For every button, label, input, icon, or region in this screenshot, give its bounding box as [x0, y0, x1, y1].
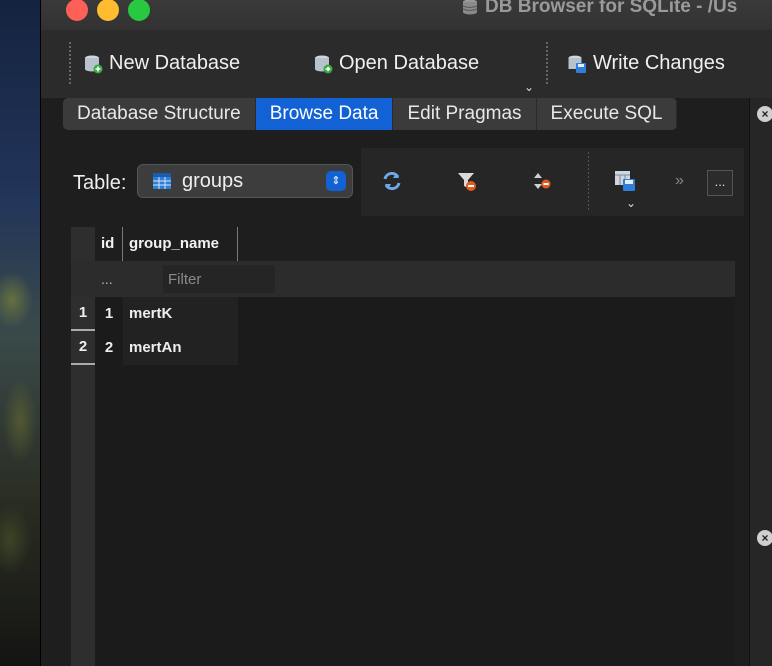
- clear-filters-icon[interactable]: [456, 170, 478, 192]
- tab-browse-data[interactable]: Browse Data: [255, 98, 394, 130]
- open-database-label: Open Database: [339, 52, 480, 74]
- select-arrows-icon: ⇕: [326, 171, 346, 191]
- column-header-id[interactable]: id: [95, 227, 123, 261]
- column-header-group-name[interactable]: group_name: [123, 227, 238, 261]
- chevron-down-icon[interactable]: ⌄: [626, 196, 636, 210]
- close-icon[interactable]: ×: [757, 530, 772, 546]
- toolbar-grip[interactable]: [69, 42, 71, 86]
- table-selector-bar: Table: groups ⇕ ⌄ » ...: [63, 130, 744, 226]
- cell-group-name[interactable]: mertK: [123, 297, 238, 331]
- dock-panel: [749, 98, 772, 666]
- new-database-label: New Database: [109, 52, 241, 74]
- title-bar: DB Browser for SQLite - /Us: [41, 0, 772, 30]
- table-row[interactable]: 2 2 mertAn: [71, 331, 735, 365]
- zoom-window-button[interactable]: [128, 0, 150, 21]
- write-changes-label: Write Changes: [593, 52, 725, 74]
- open-database-icon: [315, 55, 333, 73]
- toolbar-grip[interactable]: [546, 42, 548, 86]
- desktop-wallpaper: [0, 0, 40, 666]
- database-icon: [462, 0, 478, 15]
- data-grid: id group_name ... 1 1 mertK 2 2 mertAn: [71, 227, 735, 666]
- minimize-window-button[interactable]: [97, 0, 119, 21]
- sort-icon[interactable]: [531, 170, 553, 192]
- write-changes-icon: [568, 55, 586, 73]
- window-title: DB Browser for SQLite - /Us: [461, 0, 737, 18]
- filter-input-group-name[interactable]: [163, 265, 275, 293]
- cell-id[interactable]: 2: [95, 331, 123, 365]
- main-toolbar: New Database Open Database ⌄ Write Chang…: [41, 30, 772, 98]
- table-row[interactable]: 1 1 mertK: [71, 297, 735, 331]
- tab-execute-sql[interactable]: Execute SQL: [537, 98, 678, 130]
- row-number[interactable]: 2: [71, 331, 95, 365]
- selected-table: groups: [182, 170, 244, 192]
- overflow-chevron-icon[interactable]: »: [675, 172, 684, 190]
- table-label: Table:: [73, 172, 127, 194]
- browse-actions: ⌄ » ...: [361, 148, 744, 216]
- filter-id-dots[interactable]: ...: [101, 271, 113, 287]
- close-icon[interactable]: ×: [757, 106, 772, 122]
- chevron-down-icon[interactable]: ⌄: [524, 80, 534, 94]
- cell-group-name[interactable]: mertAn: [123, 331, 238, 365]
- tab-edit-pragmas[interactable]: Edit Pragmas: [393, 98, 537, 130]
- open-database-button[interactable]: Open Database: [313, 52, 479, 75]
- close-window-button[interactable]: [66, 0, 88, 21]
- window-title-text: DB Browser for SQLite - /Us: [485, 0, 738, 17]
- new-database-button[interactable]: New Database: [83, 52, 240, 75]
- main-tabs: Database Structure Browse Data Edit Prag…: [63, 98, 678, 130]
- table-icon: [153, 173, 171, 189]
- save-table-icon[interactable]: [614, 170, 638, 192]
- new-database-icon: [85, 55, 103, 73]
- cell-id[interactable]: 1: [95, 297, 123, 331]
- refresh-icon[interactable]: [381, 170, 403, 192]
- row-number[interactable]: 1: [71, 297, 95, 331]
- table-select[interactable]: groups ⇕: [137, 164, 353, 198]
- app-window: DB Browser for SQLite - /Us New Database: [40, 0, 772, 666]
- tab-database-structure[interactable]: Database Structure: [63, 98, 256, 130]
- toolbar-separator: [588, 152, 589, 212]
- write-changes-button[interactable]: Write Changes: [567, 52, 725, 75]
- more-button[interactable]: ...: [707, 170, 733, 196]
